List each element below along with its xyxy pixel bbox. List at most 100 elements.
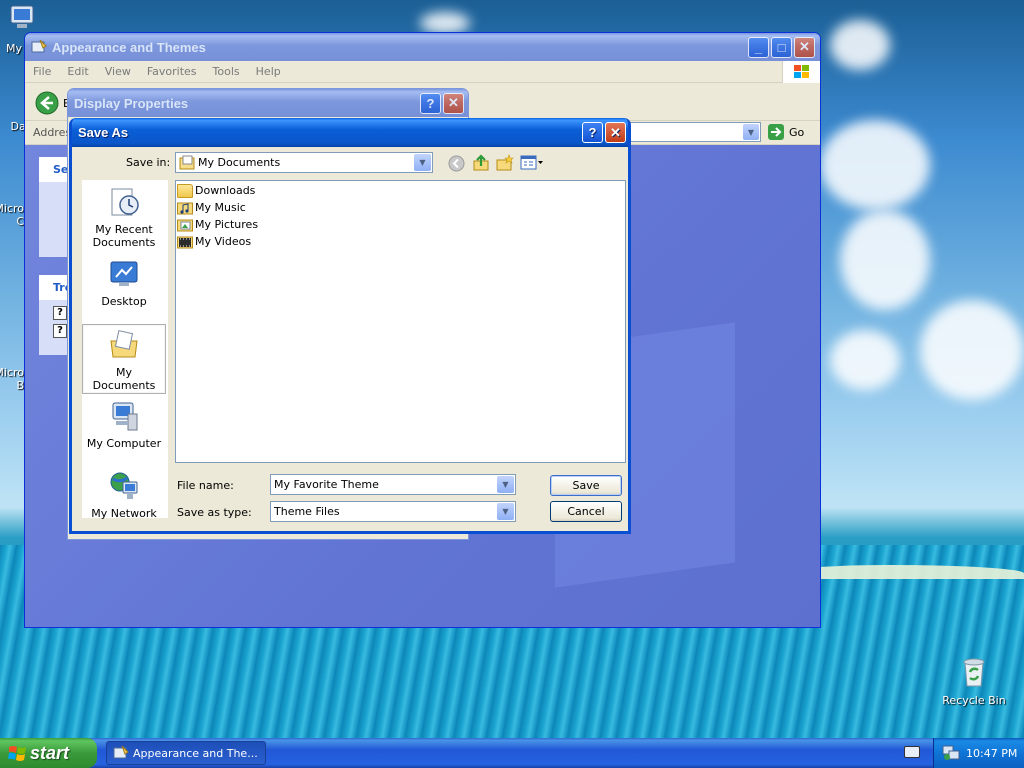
address-dropdown-button[interactable]: ▼ [743,124,759,140]
save-type-combo[interactable]: Theme Files ▼ [270,501,516,522]
close-button[interactable]: ✕ [794,36,815,58]
save-as-title: Save As [78,125,129,140]
minimize-icon: _ [754,39,763,55]
file-name: My Music [195,201,246,214]
folder-icon [177,183,193,198]
nav-back-button[interactable] [448,155,465,175]
save-in-label: Save in: [126,156,171,169]
desktop-icon-label: C [16,215,24,228]
maximize-button[interactable]: □ [771,36,792,58]
help-icon: ? [53,306,67,320]
place-label: My Network [91,507,157,520]
place-label: My Recent Documents [92,223,156,249]
places-bar: My Recent Documents Desktop My Documents [82,180,168,520]
help-button[interactable]: ? [582,122,603,143]
question-icon: ? [426,95,435,111]
keyboard-icon[interactable] [904,746,920,758]
menu-tools[interactable]: Tools [205,65,248,78]
menu-file[interactable]: File [25,65,59,78]
chevron-down-icon: ▼ [502,507,509,516]
my-documents-small-icon [179,155,195,169]
save-type-label: Save as type: [177,506,252,519]
list-item[interactable]: My Music [176,199,625,216]
recent-documents-icon [111,188,139,216]
minimize-button[interactable]: _ [748,36,769,58]
menu-help[interactable]: Help [248,65,289,78]
file-name-dropdown-button[interactable]: ▼ [497,476,514,493]
save-type-dropdown-button[interactable]: ▼ [497,503,514,520]
new-folder-icon [496,154,514,171]
menu-edit[interactable]: Edit [59,65,96,78]
place-my-computer[interactable]: My Computer [82,400,166,450]
menu-favorites[interactable]: Favorites [139,65,205,78]
network-tray-icon[interactable] [942,745,960,761]
pictures-folder-icon [177,219,193,231]
up-folder-icon [473,154,489,171]
close-icon: ✕ [448,95,459,110]
go-arrow-icon [768,124,784,140]
file-list[interactable]: Downloads My Music My Pictures My Videos [175,180,626,463]
explorer-titlebar: Appearance and Themes _ □ ✕ [25,33,820,61]
save-type-value: Theme Files [274,505,340,518]
cloud [820,120,930,210]
start-label: start [30,742,70,763]
back-arrow-icon [35,91,59,115]
list-item[interactable]: Downloads [176,182,625,199]
control-panel-icon [31,39,47,53]
list-item[interactable]: My Pictures [176,216,625,233]
start-button[interactable]: start [0,738,97,768]
windows-flag-icon [8,746,26,761]
place-label: Desktop [101,295,147,308]
file-name: Downloads [195,184,256,197]
chevron-down-icon: ▼ [502,480,509,489]
recycle-bin-label: Recycle Bin [942,694,1006,707]
place-my-recent-documents[interactable]: My Recent Documents [82,186,166,249]
place-desktop[interactable]: Desktop [82,258,166,308]
close-button[interactable]: ✕ [443,92,464,114]
address-field[interactable]: ▼ [625,122,761,142]
cloud [840,210,930,310]
control-panel-icon [113,745,129,759]
desktop-icon-micro-2[interactable]: Micro B [0,366,24,392]
list-item[interactable]: My Videos [176,233,625,250]
file-name-value: My Favorite Theme [274,478,379,491]
file-name-label: File name: [177,479,234,492]
place-my-documents[interactable]: My Documents [82,324,166,394]
desktop-icon-micro-1[interactable]: Micro C [0,202,24,228]
taskbar-item-appearance-themes[interactable]: Appearance and The... [106,741,266,765]
menu-view[interactable]: View [97,65,139,78]
explorer-title: Appearance and Themes [52,39,206,55]
place-label: My Documents [92,366,156,392]
views-menu-button[interactable] [520,155,544,171]
desktop-icon-label: Micro [0,202,24,215]
clock[interactable]: 10:47 PM [966,747,1017,760]
cancel-button[interactable]: Cancel [550,501,622,522]
beach [800,565,1024,579]
go-button[interactable]: Go [767,123,804,141]
videos-folder-icon [177,236,193,248]
save-in-dropdown-button[interactable]: ▼ [414,154,431,171]
up-folder-button[interactable] [472,154,490,175]
taskbar-item-label: Appearance and The... [133,746,258,760]
save-as-dialog: Save As ? ✕ Save in: My Documents ▼ My R… [69,118,631,534]
back-arrow-icon [448,155,465,172]
back-button[interactable]: B [35,91,71,115]
close-icon: ✕ [610,124,621,140]
views-icon [520,155,543,170]
music-folder-icon [177,202,193,214]
chevron-down-icon: ▼ [419,158,426,167]
windows-logo-icon [782,60,820,83]
maximize-icon: □ [777,39,786,55]
save-button[interactable]: Save [550,475,622,496]
close-button[interactable]: ✕ [605,122,626,143]
question-icon: ? [588,125,597,140]
save-in-combo[interactable]: My Documents ▼ [175,152,433,173]
new-folder-button[interactable] [496,154,514,175]
place-my-network[interactable]: My Network [82,470,166,520]
file-name-combo[interactable]: My Favorite Theme ▼ [270,474,516,495]
desktop-icon-recycle-bin[interactable]: Recycle Bin [939,656,1009,707]
place-label: My Computer [86,437,162,450]
display-properties-titlebar: Display Properties ? ✕ [68,89,468,117]
cloud [920,300,1024,400]
help-button[interactable]: ? [420,92,441,114]
